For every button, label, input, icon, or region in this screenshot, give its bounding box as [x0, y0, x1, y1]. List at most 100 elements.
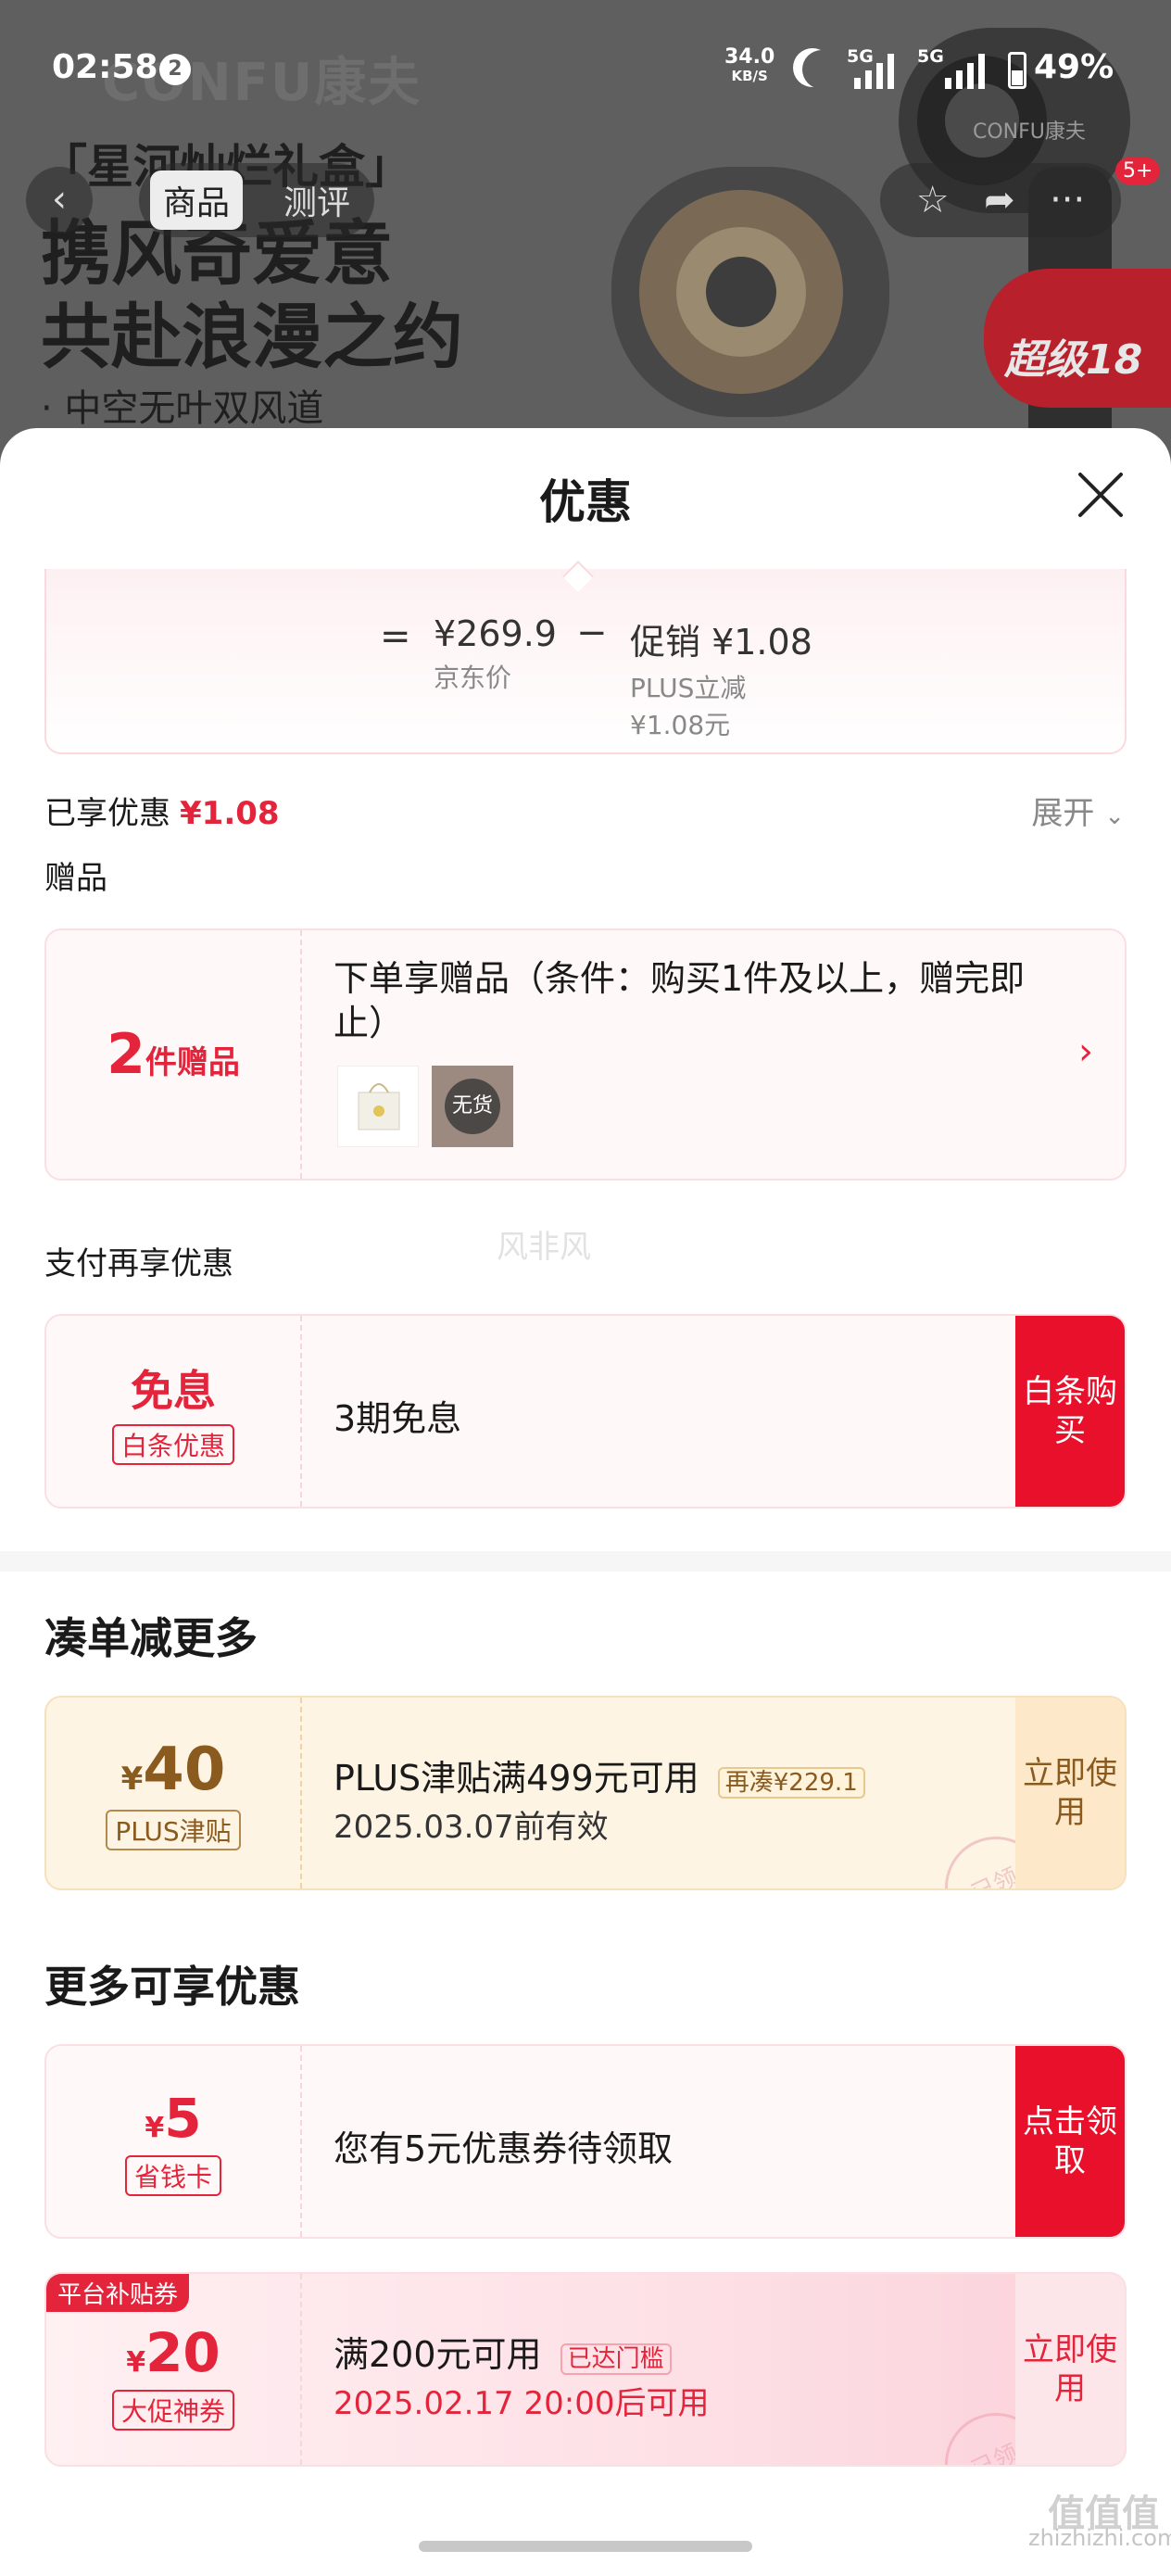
gift-count-number: 2 — [107, 1022, 145, 1087]
platform-valid-time: 2025.02.17 20:00后可用 — [334, 2385, 710, 2422]
status-time: 02:58 — [52, 48, 158, 86]
gift-card[interactable]: 2件赠品 下单享赠品（条件：购买1件及以上，赠完即止） 无货 › — [44, 928, 1127, 1181]
product-navbar: ‹ 商品 测评 ☆ ➦ ··· 5+ — [0, 158, 1171, 241]
plus-title: PLUS津贴满499元可用 — [334, 1758, 699, 1799]
platform-coupon-card: 平台补贴券 ¥20 大促神券 满200元可用 已达门槛 2025.02.17 2… — [44, 2272, 1127, 2467]
expand-label: 展开 — [1031, 795, 1095, 832]
close-icon[interactable] — [1075, 469, 1127, 521]
speed-unit: KB/S — [731, 68, 768, 84]
enjoyed-discount: 已享优惠 ¥1.08 — [44, 788, 280, 833]
product-headline-4: · 中空无叶双风道 — [41, 387, 324, 430]
gift-thumb-2: 无货 — [432, 1066, 513, 1147]
platform-tag: 大促神券 — [111, 2390, 234, 2431]
gift-section-label: 赠品 — [44, 860, 107, 897]
jd-price-label: 京东价 — [434, 663, 512, 693]
star-icon[interactable]: ☆ — [916, 179, 950, 221]
signal-icon — [945, 52, 985, 89]
saver-currency: ¥ — [145, 2112, 165, 2144]
site-watermark: 值值值 zhizhizhi.com — [1028, 2493, 1171, 2551]
plus-amount: ¥40 — [121, 1736, 226, 1804]
platform-use-button[interactable]: 立即使用 — [1015, 2274, 1125, 2465]
out-of-stock-badge: 无货 — [445, 1079, 500, 1134]
plus-extra: 再凑¥229.1 — [717, 1767, 865, 1799]
section-divider — [0, 1551, 1171, 1572]
bundle-section-title: 凑单减更多 — [44, 1613, 258, 1663]
network-speed: 34.0 KB/S — [724, 45, 775, 85]
promo-discount: 促销 ¥1.08 PLUS立减 ¥1.08元 — [630, 613, 812, 742]
speed-value: 34.0 — [724, 45, 775, 69]
notification-count: 2 — [159, 54, 191, 85]
threshold-reached-tag: 已达门槛 — [560, 2343, 672, 2375]
plus-title-row: PLUS津贴满499元可用 再凑¥229.1 — [334, 1749, 865, 1800]
platform-currency: ¥ — [126, 2346, 146, 2379]
product-headline-3: 共赴浪漫之约 — [41, 296, 463, 378]
platform-corner-tag: 平台补贴券 — [46, 2274, 190, 2312]
expand-button[interactable]: 展开 ⌄ — [1031, 788, 1125, 833]
promo-value: 促销 ¥1.08 — [630, 622, 812, 663]
promo-sub2: ¥1.08元 — [630, 710, 731, 740]
saver-amount-value: 5 — [164, 2087, 202, 2150]
plus-validity: 2025.03.07前有效 — [334, 1809, 609, 1846]
equals-sign: = — [380, 615, 411, 658]
platform-title-row: 满200元可用 已达门槛 — [334, 2326, 672, 2377]
platform-amount-value: 20 — [145, 2321, 220, 2384]
plus-coupon-card: ¥40 PLUS津贴 PLUS津贴满499元可用 再凑¥229.1 2025.0… — [44, 1696, 1127, 1890]
baitiao-buy-button[interactable]: 白条购买 — [1015, 1316, 1125, 1507]
gift-thumb-1 — [337, 1066, 419, 1147]
plus-amount-box: ¥40 PLUS津贴 — [46, 1698, 302, 1888]
site-watermark-logo: 值值值 — [1048, 2493, 1160, 2535]
jd-price-value: ¥269.9 — [434, 613, 557, 654]
plus-tag: PLUS津贴 — [106, 1810, 241, 1850]
pay-title-box: 免息 白条优惠 — [46, 1316, 302, 1507]
status-bar: 02:58 2 34.0 KB/S 5G 5G 49% — [0, 0, 1171, 139]
cart-badge: 5+ — [1115, 158, 1161, 184]
platform-title: 满200元可用 — [334, 2334, 542, 2375]
tab-product[interactable]: 商品 — [150, 170, 244, 230]
saver-amount-box: ¥5 省钱卡 — [46, 2046, 302, 2237]
sheet-title: 优惠 — [539, 475, 632, 529]
back-button[interactable]: ‹ — [26, 167, 93, 234]
saver-tag: 省钱卡 — [124, 2155, 221, 2196]
saver-card: ¥5 省钱卡 您有5元优惠券待领取 点击领取 — [44, 2044, 1127, 2239]
pay-section-label: 支付再享优惠 — [44, 1245, 233, 1282]
product-tabs: 商品 测评 — [139, 163, 375, 237]
gift-count-unit: 件赠品 — [145, 1044, 240, 1081]
pay-description: 3期免息 — [334, 1398, 462, 1439]
more-icon[interactable]: ··· — [1050, 179, 1085, 221]
saver-amount: ¥5 — [145, 2087, 201, 2150]
platform-amount: ¥20 — [126, 2321, 220, 2384]
enjoyed-value: ¥1.08 — [180, 795, 280, 832]
share-icon[interactable]: ➦ — [984, 179, 1015, 221]
pay-title: 免息 — [131, 1366, 216, 1416]
promo-sub1: PLUS立减 — [630, 673, 747, 703]
claim-coupon-button[interactable]: 点击领取 — [1015, 2046, 1125, 2237]
pay-tag: 白条优惠 — [111, 1424, 234, 1465]
top-actions: ☆ ➦ ··· — [880, 163, 1121, 237]
saver-description: 您有5元优惠券待领取 — [334, 2128, 674, 2169]
promo-tag: 超级18 — [984, 269, 1171, 408]
jd-price: ¥269.9 京东价 — [434, 613, 557, 695]
minus-sign: − — [576, 612, 608, 654]
pay-card: 免息 白条优惠 3期免息 白条购买 — [44, 1314, 1127, 1509]
gift-description: 下单享赠品（条件：购买1件及以上，赠完即止） — [334, 958, 1026, 1043]
chevron-down-icon: ⌄ — [1104, 802, 1125, 830]
more-section-title: 更多可享优惠 — [44, 1962, 300, 2012]
home-indicator[interactable] — [419, 2541, 752, 2552]
tab-reviews[interactable]: 测评 — [271, 170, 363, 230]
gift-count: 2件赠品 — [107, 1022, 240, 1087]
moon-icon — [802, 50, 841, 89]
chevron-right-icon: › — [1078, 1030, 1093, 1073]
plus-amount-value: 40 — [143, 1736, 226, 1804]
battery-percent: 49% — [1034, 48, 1114, 86]
signal-icon — [854, 52, 894, 89]
plus-currency: ¥ — [120, 1761, 144, 1798]
price-calculation: = ¥269.9 京东价 − 促销 ¥1.08 PLUS立减 ¥1.08元 — [44, 569, 1127, 754]
gift-count-box: 2件赠品 — [46, 930, 302, 1179]
sim2-label: 5G — [917, 46, 944, 67]
battery-icon — [1008, 52, 1026, 89]
plus-use-button[interactable]: 立即使用 — [1015, 1698, 1125, 1888]
discount-sheet: 优惠 = ¥269.9 京东价 − 促销 ¥1.08 PLUS立减 ¥1.08元… — [0, 428, 1171, 2576]
overlay-watermark: 风非风 — [497, 1229, 591, 1266]
enjoyed-label: 已享优惠 — [44, 795, 170, 832]
site-watermark-url: zhizhizhi.com — [1028, 2525, 1171, 2551]
